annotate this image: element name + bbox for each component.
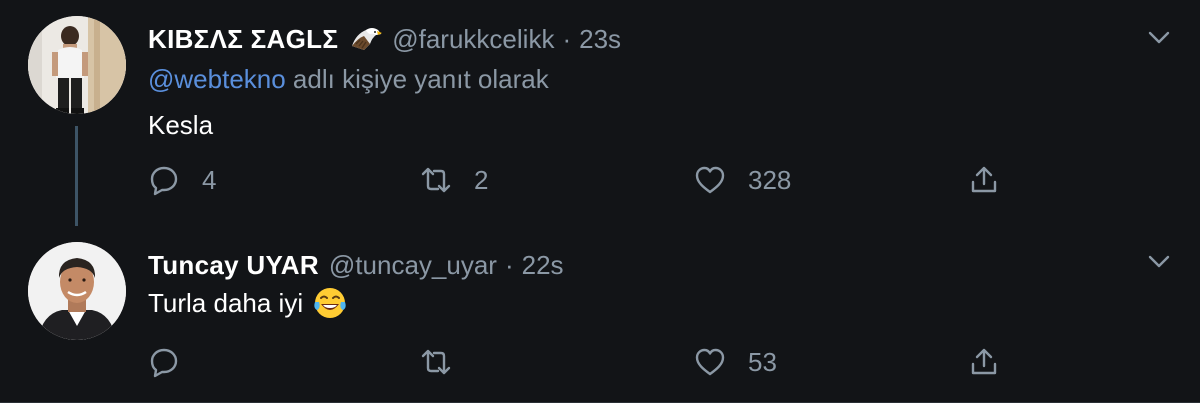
avatar[interactable] <box>28 16 126 114</box>
avatar[interactable] <box>28 242 126 340</box>
share-icon <box>971 166 997 193</box>
like-button[interactable]: 328 <box>694 160 791 200</box>
display-name[interactable]: ΚΙΒΣΛΣ ΣΑGLΣ <box>148 24 338 55</box>
timestamp[interactable]: 23s <box>579 24 621 55</box>
like-count: 53 <box>748 346 777 377</box>
separator-dot: · <box>562 23 572 54</box>
chevron-down-icon[interactable] <box>1146 24 1172 50</box>
share-button[interactable] <box>968 342 1000 382</box>
retweet-icon <box>421 167 451 193</box>
tweet-header: Tuncay UYAR @tuncay_uyar · 22s <box>148 248 564 282</box>
share-icon <box>971 348 997 375</box>
tears-of-joy-emoji <box>313 286 347 320</box>
eagle-icon <box>350 24 383 54</box>
reply-count: 4 <box>202 164 217 195</box>
tweet-text-content: Kesla <box>148 110 214 140</box>
reply-button[interactable] <box>148 342 202 382</box>
retweet-icon <box>421 349 451 375</box>
reply-button[interactable]: 4 <box>148 160 216 200</box>
tweet-actions: 4 2 328 <box>148 160 1048 200</box>
mention-link[interactable]: @webtekno <box>148 64 286 94</box>
like-button[interactable]: 53 <box>694 342 777 382</box>
separator-dot: · <box>504 249 514 280</box>
tweet[interactable]: ΚΙΒΣΛΣ ΣΑGLΣ @farukkcelikk · 23s @webtek… <box>0 0 1200 226</box>
tweet-text: Kesla <box>148 110 213 141</box>
like-count: 328 <box>748 164 792 195</box>
tweet-header: ΚΙΒΣΛΣ ΣΑGLΣ @farukkcelikk · 23s <box>148 22 621 56</box>
heart-icon <box>695 348 725 376</box>
retweet-button[interactable]: 2 <box>420 160 488 200</box>
heart-icon <box>695 166 725 194</box>
retweet-button[interactable] <box>420 342 474 382</box>
handle[interactable]: @tuncay_uyar <box>329 250 497 281</box>
retweet-count: 2 <box>474 164 489 195</box>
replying-to: @webtekno adlı kişiye yanıt olarak <box>148 64 549 95</box>
display-name[interactable]: Tuncay UYAR <box>148 250 319 281</box>
replying-to-label: adlı kişiye yanıt olarak <box>285 64 549 94</box>
tweet-text-content: Turla daha iyi <box>148 287 304 318</box>
tweet[interactable]: Tuncay UYAR @tuncay_uyar · 22s Turla dah… <box>0 226 1200 403</box>
tweet-text: Turla daha iyi <box>148 286 347 320</box>
reply-icon <box>150 348 178 378</box>
reply-icon <box>150 166 178 196</box>
tweet-actions: 53 <box>148 342 1048 382</box>
timestamp[interactable]: 22s <box>522 250 564 281</box>
share-button[interactable] <box>968 160 1000 200</box>
thread-line <box>75 126 78 226</box>
chevron-down-icon[interactable] <box>1146 248 1172 274</box>
handle[interactable]: @farukkcelikk <box>392 24 554 55</box>
